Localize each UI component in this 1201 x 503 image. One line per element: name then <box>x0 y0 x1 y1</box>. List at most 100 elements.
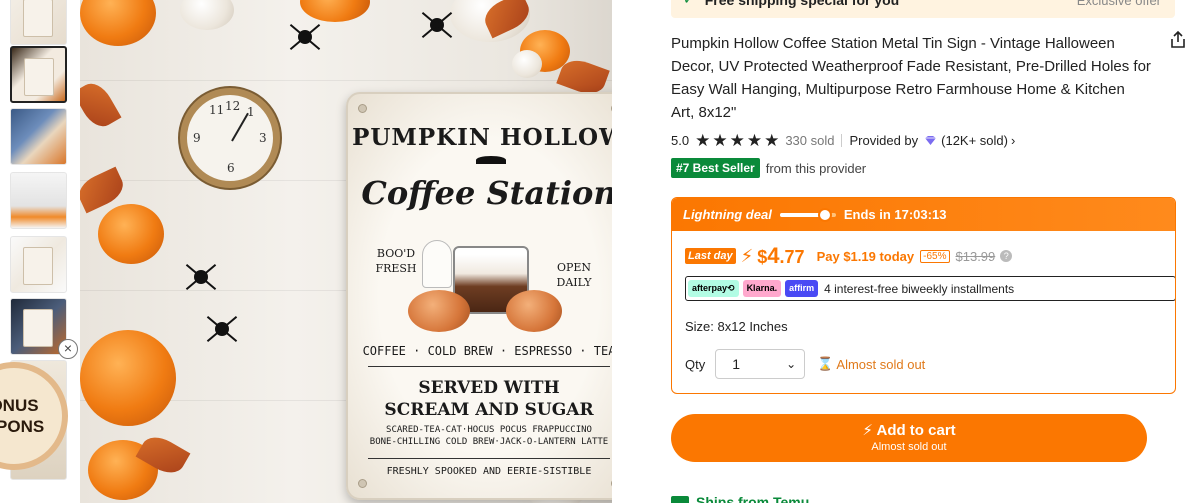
white-pumpkin-decoration <box>512 50 542 78</box>
quantity-select[interactable]: 1 ⌄ <box>715 349 806 379</box>
sign-hole <box>611 104 612 113</box>
star-icon: ★ <box>746 130 763 150</box>
bestseller-row: #7 Best Seller from this provider <box>671 158 866 178</box>
thumbnail-3[interactable] <box>10 108 67 165</box>
thumbnail-2[interactable] <box>10 46 67 103</box>
sign-pumpkin <box>506 290 562 332</box>
metal-sign: PUMPKIN HOLLOW Coffee Station BOO'D FRES… <box>346 92 612 500</box>
promo-banner[interactable]: ✓ Free shipping special for you Exclusiv… <box>671 0 1175 18</box>
deal-title: Lightning deal <box>683 207 772 222</box>
clock-number: 6 <box>227 161 235 175</box>
bestseller-badge[interactable]: #7 Best Seller <box>671 158 760 178</box>
coupon-badge-line1: ONUS <box>0 396 39 415</box>
clock-number: 9 <box>193 131 201 145</box>
share-icon[interactable] <box>1168 30 1188 50</box>
pumpkin-decoration <box>300 0 370 22</box>
affirm-logo: affirm <box>785 280 819 297</box>
shipping-row[interactable]: Ships from Temu <box>671 494 809 503</box>
price-row: Last day ⚡ $4.77 Pay $1.19 today -65% $1… <box>685 243 1013 269</box>
quantity-row: Qty 1 ⌄ ⌛ Almost sold out <box>685 349 925 379</box>
star-rating[interactable]: ★ ★ ★ ★ ★ <box>695 132 779 149</box>
pumpkin-decoration <box>80 330 176 426</box>
star-icon: ★ <box>764 130 780 150</box>
sign-footer: FRESHLY SPOOKED AND EERIE-SISTIBLE <box>386 466 592 477</box>
stock-status: ⌛ Almost sold out <box>817 356 925 372</box>
leaf-decoration <box>80 77 122 133</box>
main-product-image[interactable]: 11 12 1 9 3 6 PUMPKIN HOLLOW Coffee Stat… <box>80 0 612 503</box>
star-icon: ★ <box>712 130 728 150</box>
deal-progress-knob <box>817 207 832 222</box>
original-price: $13.99 <box>955 248 996 264</box>
spider-decoration <box>194 270 208 284</box>
sign-title: PUMPKIN HOLLOW <box>352 124 612 151</box>
sign-hole <box>358 479 367 488</box>
sign-pumpkin <box>408 290 470 332</box>
product-page: ONUS UPONS × 11 12 1 9 3 6 <box>0 0 1201 503</box>
sign-served-line2: SCREAM AND SUGAR <box>384 400 594 420</box>
coupon-badge-line2: UPONS <box>0 417 45 436</box>
close-icon[interactable]: × <box>58 339 78 359</box>
provider-logo-icon[interactable] <box>924 135 937 146</box>
bat-icon <box>476 156 506 164</box>
sign-small-line2: BONE-CHILLING COLD BREW·JACK-O-LANTERN L… <box>369 437 609 447</box>
lightning-icon: ⚡ <box>740 245 754 266</box>
pocket-watch: 11 12 1 9 3 6 <box>180 88 280 188</box>
quantity-value: 1 <box>732 356 741 372</box>
sale-price: $4.77 <box>757 243 804 269</box>
check-icon: ✓ <box>683 0 695 8</box>
thumbnail-strip: ONUS UPONS × <box>0 0 78 503</box>
deal-countdown: Ends in 17:03:13 <box>843 207 947 222</box>
promo-text: Free shipping special for you <box>704 0 900 8</box>
deal-header: Lightning deal Ends in 17:03:13 <box>672 198 1175 231</box>
lightning-deal-box: Lightning deal Ends in 17:03:13 Last day… <box>671 197 1176 394</box>
price-main: 4 <box>767 243 780 268</box>
help-icon[interactable]: ? <box>1000 250 1013 262</box>
add-to-cart-button[interactable]: ⚡ Add to cart Almost sold out <box>671 414 1147 462</box>
sign-hole <box>611 479 612 488</box>
deal-progress-bar <box>779 207 836 222</box>
pay-today: Pay $1.19 today <box>816 248 915 264</box>
sign-served: SERVED WITH SCREAM AND SUGAR <box>348 377 612 421</box>
qty-label: Qty <box>685 356 706 372</box>
installments-text: 4 interest-free biweekly installments <box>824 281 1015 296</box>
white-pumpkin-decoration <box>180 0 234 30</box>
stock-status-text: Almost sold out <box>836 356 926 372</box>
spider-decoration <box>298 30 312 44</box>
price-cents: .77 <box>779 247 805 267</box>
thumbnail-1[interactable] <box>10 0 67 45</box>
board-seam <box>80 80 612 81</box>
thumbnail-5[interactable] <box>10 236 67 293</box>
provider-sold[interactable]: (12K+ sold) <box>941 133 1008 148</box>
sign-menu: COFFEE · COLD BREW · ESPRESSO · TEA <box>362 344 612 358</box>
add-to-cart-text: Add to cart <box>876 422 956 439</box>
last-day-badge: Last day <box>685 248 736 264</box>
price-symbol: $ <box>757 247 768 267</box>
add-to-cart-label: ⚡ Add to cart <box>862 422 956 439</box>
clock-number: 1 <box>247 105 255 119</box>
sold-count: 330 sold <box>785 132 835 148</box>
ghost-illustration <box>422 240 452 288</box>
rating-row: 5.0 ★ ★ ★ ★ ★ 330 sold Provided by (12K+… <box>671 130 1015 150</box>
truck-icon <box>671 496 689 503</box>
hourglass-icon: ⌛ <box>817 356 834 371</box>
provided-by-label: Provided by <box>849 132 919 148</box>
shipping-label: Ships from Temu <box>696 494 810 503</box>
rating-value: 5.0 <box>671 132 690 148</box>
chevron-down-icon: ⌄ <box>786 357 797 371</box>
sign-rule <box>368 458 610 459</box>
thumbnail-4[interactable] <box>10 172 67 229</box>
klarna-logo: Klarna. <box>742 280 782 297</box>
clock-number: 3 <box>259 131 267 145</box>
divider <box>841 133 843 147</box>
installments-banner[interactable]: afterpay⟲ Klarna. affirm 4 interest-free… <box>685 276 1175 301</box>
spider-decoration <box>215 322 229 336</box>
clock-number: 11 <box>209 103 225 117</box>
chevron-right-icon[interactable]: › <box>1011 133 1015 148</box>
star-icon: ★ <box>729 130 745 150</box>
sign-served-line1: SERVED WITH <box>418 378 560 398</box>
add-to-cart-sub: Almost sold out <box>871 441 947 453</box>
size-label: Size: 8x12 Inches <box>685 319 788 334</box>
pumpkin-decoration <box>80 0 156 46</box>
star-icon: ★ <box>695 130 711 150</box>
bestseller-tail: from this provider <box>765 160 867 176</box>
